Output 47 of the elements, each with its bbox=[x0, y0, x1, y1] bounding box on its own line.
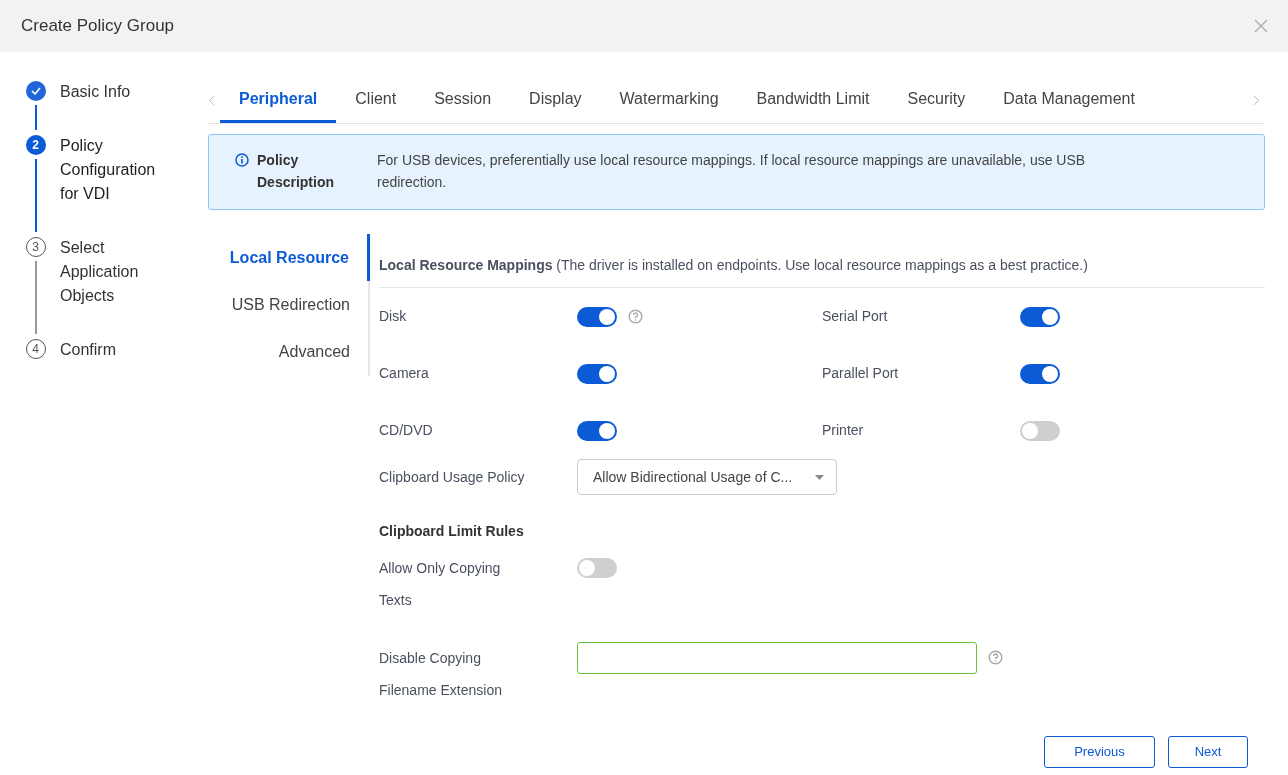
side-nav-item[interactable]: Advanced bbox=[278, 328, 370, 376]
caret-icon bbox=[815, 474, 824, 480]
clipboard-policy-dropdown[interactable]: Allow Bidirectional Usage of C... bbox=[577, 459, 837, 495]
section-heading: Local Resource Mappings (The driver is installed on endpoints. Use local resource mappings as a best practice.) bbox=[379, 257, 1088, 273]
side-nav-item[interactable]: Local Resource bbox=[229, 234, 370, 282]
toggle-switch[interactable] bbox=[1020, 306, 1060, 327]
policy-description-title: Policy Description bbox=[257, 151, 335, 192]
step-label: Confirm bbox=[60, 340, 117, 360]
toggle-switch[interactable] bbox=[577, 363, 617, 384]
tab[interactable]: Bandwidth Limit bbox=[737, 77, 889, 123]
policy-description-text: For USB devices, preferentially use local resource mappings. If local resource mappings are unavailable, use USB redirection. bbox=[377, 151, 1087, 192]
field-label: Allow Only Copying Texts bbox=[379, 559, 502, 610]
step-marker: 2 bbox=[25, 135, 46, 155]
help-icon[interactable] bbox=[988, 650, 1003, 665]
toggle-switch[interactable] bbox=[577, 558, 617, 578]
step-label: Basic Info bbox=[60, 82, 132, 102]
toggle-switch[interactable] bbox=[1020, 363, 1060, 384]
side-nav-item[interactable]: USB Redirection bbox=[231, 281, 370, 329]
extension-input-field[interactable] bbox=[577, 642, 977, 674]
toggle-switch[interactable] bbox=[1020, 420, 1060, 441]
tab[interactable]: Display bbox=[510, 77, 601, 123]
info-icon bbox=[235, 153, 249, 167]
tab[interactable]: Security bbox=[888, 77, 985, 123]
close-icon[interactable] bbox=[1254, 19, 1268, 33]
previous-button[interactable]: Previous bbox=[1044, 736, 1155, 768]
tab[interactable]: Watermarking bbox=[600, 77, 738, 123]
tab[interactable]: Session bbox=[415, 77, 511, 123]
toggle-switch[interactable] bbox=[577, 306, 617, 327]
tab[interactable]: Client bbox=[336, 77, 416, 123]
tab[interactable]: Peripheral bbox=[220, 77, 337, 123]
subsection-title: Clipboard Limit Rules bbox=[379, 522, 525, 541]
next-button[interactable]: Next bbox=[1168, 736, 1248, 768]
toggle-switch[interactable] bbox=[577, 420, 617, 441]
dialog-title: Create Policy Group bbox=[21, 15, 175, 38]
field-label: Parallel Port bbox=[822, 364, 899, 383]
field-label: Printer bbox=[822, 421, 864, 440]
field-label: Camera bbox=[379, 364, 429, 383]
help-icon[interactable] bbox=[628, 309, 643, 324]
step-label: Select Application Objects bbox=[60, 238, 140, 306]
tab[interactable]: Data Management bbox=[984, 77, 1154, 123]
check-icon bbox=[30, 87, 41, 95]
field-label: Clipboard Usage Policy bbox=[379, 468, 526, 487]
step-label: Policy Configuration for VDI bbox=[60, 136, 157, 204]
field-label: Serial Port bbox=[822, 307, 888, 326]
field-label: Disk bbox=[379, 307, 407, 326]
field-label: Disable Copying Filename Extension bbox=[379, 649, 503, 700]
field-label: CD/DVD bbox=[379, 421, 433, 440]
